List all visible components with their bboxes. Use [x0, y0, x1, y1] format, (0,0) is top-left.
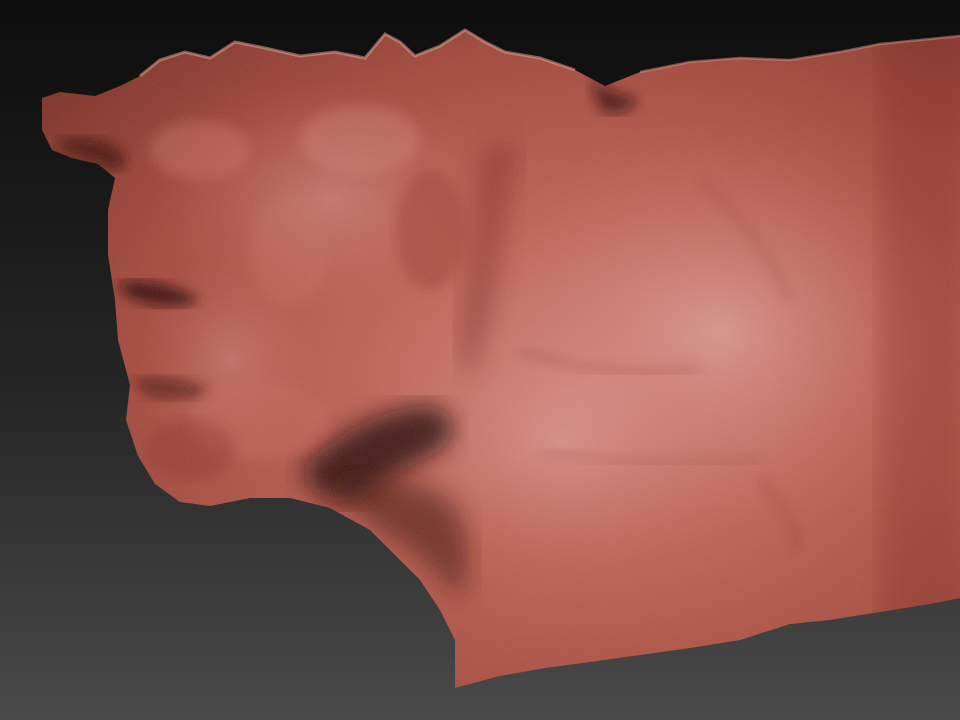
3d-viewport[interactable] [0, 0, 960, 720]
sculpt-render [42, 28, 960, 688]
